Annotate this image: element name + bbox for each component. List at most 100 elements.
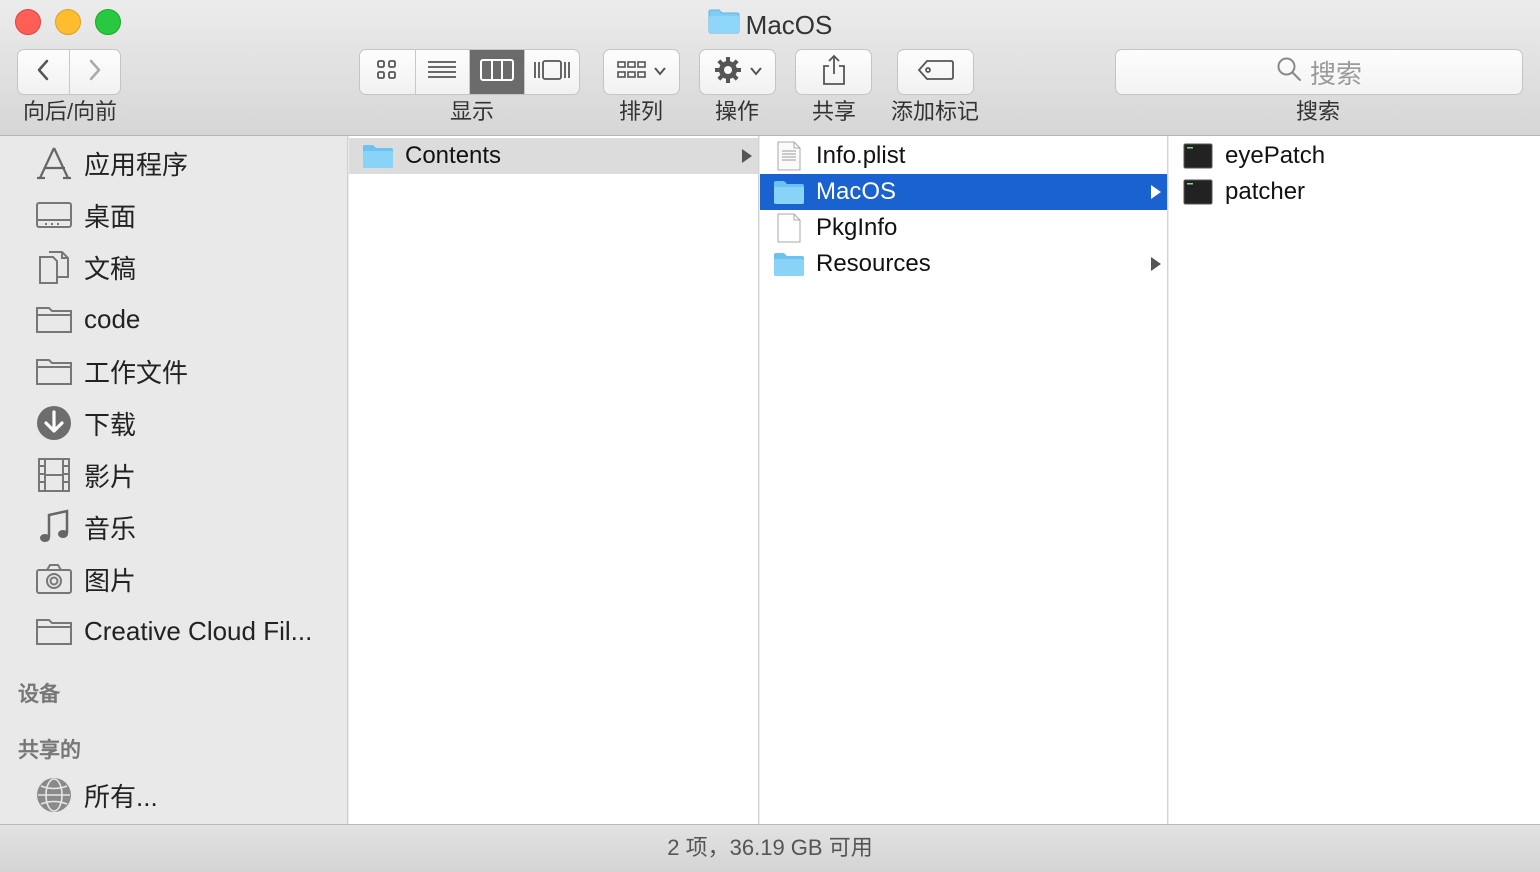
chevron-down-icon bbox=[749, 63, 763, 81]
list-view-button[interactable] bbox=[415, 50, 470, 94]
sidebar: 应用程序 桌面 文稿 code 工作文件 下载 影片 音乐 图片 Creativ… bbox=[0, 136, 348, 824]
column-view-button[interactable] bbox=[470, 50, 525, 94]
gear-icon bbox=[713, 55, 743, 90]
sidebar-item-label: 文稿 bbox=[84, 253, 137, 284]
item-name: Info.plist bbox=[816, 142, 906, 169]
browser-column-2: Info.plist MacOS PkgInfo Resources bbox=[760, 136, 1168, 824]
sidebar-item-all-shared[interactable]: 所有... bbox=[35, 775, 335, 815]
folder-icon bbox=[708, 8, 740, 42]
music-icon bbox=[35, 508, 73, 546]
view-mode-control bbox=[359, 49, 580, 95]
disclosure-arrow-icon bbox=[742, 149, 752, 163]
list-item[interactable]: MacOS bbox=[760, 174, 1167, 210]
icon-view-button[interactable] bbox=[360, 50, 416, 94]
item-name: patcher bbox=[1225, 178, 1306, 205]
chevron-down-icon bbox=[653, 63, 667, 81]
sidebar-item-documents[interactable]: 文稿 bbox=[35, 247, 335, 287]
sidebar-item-creative-cloud[interactable]: Creative Cloud Fil... bbox=[35, 611, 335, 651]
arrange-button[interactable] bbox=[603, 49, 680, 95]
sidebar-item-movies[interactable]: 影片 bbox=[35, 455, 335, 495]
sidebar-item-label: 工作文件 bbox=[84, 357, 189, 388]
disclosure-arrow-icon bbox=[1151, 257, 1161, 271]
desktop-icon bbox=[35, 196, 73, 234]
folder-icon bbox=[361, 141, 395, 171]
movies-icon bbox=[35, 456, 73, 494]
add-tag-button[interactable] bbox=[897, 49, 974, 95]
document-icon bbox=[772, 213, 806, 243]
search-icon bbox=[1276, 56, 1302, 89]
sidebar-item-music[interactable]: 音乐 bbox=[35, 507, 335, 547]
action-button[interactable] bbox=[699, 49, 776, 95]
columns-icon bbox=[479, 58, 514, 87]
item-name: PkgInfo bbox=[816, 214, 898, 241]
view-label: 显示 bbox=[449, 99, 494, 124]
coverflow-icon bbox=[533, 58, 571, 87]
list-icon bbox=[427, 58, 457, 87]
nav-label: 向后/向前 bbox=[22, 99, 118, 124]
back-forward-control bbox=[17, 49, 121, 95]
tag-icon bbox=[917, 59, 955, 86]
sidebar-item-label: 应用程序 bbox=[84, 149, 189, 180]
window-title: MacOS bbox=[0, 6, 1540, 40]
sidebar-item-code[interactable]: code bbox=[35, 299, 335, 339]
list-item[interactable]: patcher bbox=[1169, 174, 1540, 210]
shared-section-header[interactable]: 共享的 bbox=[18, 734, 81, 764]
search-label: 搜索 bbox=[1295, 99, 1340, 124]
list-item[interactable]: Contents bbox=[349, 138, 758, 174]
sidebar-item-label: 所有... bbox=[84, 781, 158, 812]
documents-icon bbox=[35, 248, 73, 286]
sidebar-item-label: 下载 bbox=[84, 409, 137, 440]
terminal-executable-icon bbox=[1181, 177, 1215, 207]
chevron-right-icon bbox=[87, 58, 103, 87]
list-item[interactable]: Resources bbox=[760, 246, 1167, 282]
gallery-view-button[interactable] bbox=[524, 50, 579, 94]
terminal-executable-icon bbox=[1181, 141, 1215, 171]
window-title-text: MacOS bbox=[745, 10, 833, 41]
sidebar-item-label: code bbox=[84, 303, 141, 334]
item-name: Contents bbox=[405, 142, 502, 169]
folder-icon bbox=[772, 249, 806, 279]
disclosure-arrow-icon bbox=[1151, 185, 1161, 199]
network-icon bbox=[35, 776, 73, 814]
folder-icon bbox=[772, 177, 806, 207]
list-item[interactable]: eyePatch bbox=[1169, 138, 1540, 174]
folder-icon bbox=[35, 300, 73, 338]
chevron-left-icon bbox=[35, 58, 51, 87]
downloads-icon bbox=[35, 404, 73, 442]
item-name: MacOS bbox=[816, 178, 897, 205]
item-name: eyePatch bbox=[1225, 142, 1326, 169]
plist-file-icon bbox=[772, 141, 806, 171]
item-name: Resources bbox=[816, 250, 931, 277]
list-item[interactable]: PkgInfo bbox=[760, 210, 1167, 246]
devices-section-header[interactable]: 设备 bbox=[18, 678, 60, 708]
grid-icon bbox=[375, 58, 399, 87]
tags-label: 添加标记 bbox=[890, 99, 979, 124]
list-item[interactable]: Info.plist bbox=[760, 138, 1167, 174]
sidebar-item-downloads[interactable]: 下载 bbox=[35, 403, 335, 443]
pictures-icon bbox=[35, 560, 73, 598]
status-text: 2 项，36.19 GB 可用 bbox=[667, 835, 873, 860]
sidebar-item-desktop[interactable]: 桌面 bbox=[35, 195, 335, 235]
share-button[interactable] bbox=[795, 49, 872, 95]
share-icon bbox=[821, 54, 847, 91]
arrange-grid-icon bbox=[616, 58, 647, 87]
sidebar-item-label: 音乐 bbox=[84, 513, 137, 544]
folder-icon bbox=[35, 612, 73, 650]
sidebar-item-label: 图片 bbox=[84, 565, 137, 596]
sidebar-item-label: 影片 bbox=[84, 461, 137, 492]
sidebar-item-label: 桌面 bbox=[84, 201, 137, 232]
status-bar: 2 项，36.19 GB 可用 bbox=[0, 824, 1540, 872]
sidebar-item-work-files[interactable]: 工作文件 bbox=[35, 351, 335, 391]
search-placeholder: 搜索 bbox=[1309, 58, 1362, 89]
back-button[interactable] bbox=[18, 50, 70, 94]
toolbar: MacOS 向后/向前 显示 排列 操作 共享 添加标记 搜索 搜索 bbox=[0, 0, 1540, 136]
browser-column-3: eyePatch patcher bbox=[1169, 136, 1540, 824]
sidebar-item-label: Creative Cloud Fil... bbox=[84, 615, 313, 646]
forward-button[interactable] bbox=[69, 50, 120, 94]
sidebar-item-applications[interactable]: 应用程序 bbox=[35, 143, 335, 183]
browser-column-1: Contents bbox=[349, 136, 759, 824]
applications-icon bbox=[35, 144, 73, 182]
sidebar-item-pictures[interactable]: 图片 bbox=[35, 559, 335, 599]
folder-icon bbox=[35, 352, 73, 390]
search-input[interactable]: 搜索 bbox=[1115, 49, 1523, 95]
